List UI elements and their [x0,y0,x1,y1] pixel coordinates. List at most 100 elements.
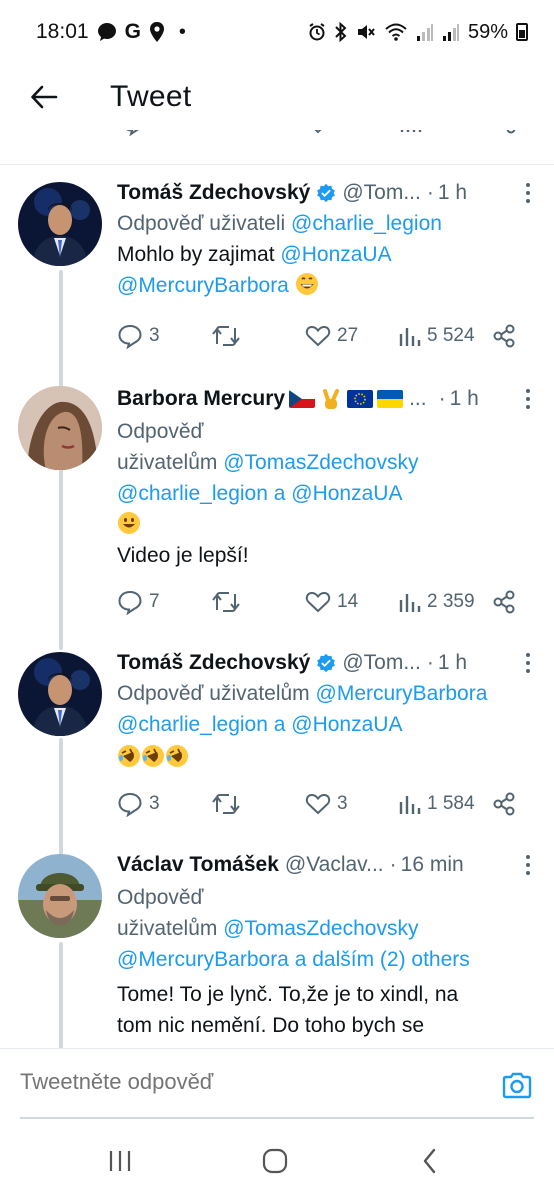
avatar[interactable] [18,854,102,938]
author-handle[interactable]: @Tom... [342,181,421,205]
like-button[interactable]: 14 [305,586,358,618]
retweet-button[interactable] [211,320,241,352]
like-icon [305,325,331,347]
views-icon[interactable] [400,130,422,134]
more-icon [526,389,530,393]
author-handle[interactable]: @Vaclav... [285,853,384,877]
ukraine-flag-icon [377,390,404,408]
mention-link[interactable]: @MercuryBarbora a dalším (2) others [117,948,470,971]
mention-link[interactable]: @charlie_legion a @HonzaUA [117,482,402,505]
czech-flag-icon [289,390,316,408]
reply-input[interactable] [20,1069,460,1095]
reply-context: Odpověď uživatelům @TomasZdechovsky @Mer… [117,882,534,975]
tweet-content: Václav Tomášek @Vaclav... · 16 min Odpov… [117,850,534,1041]
mention-link[interactable]: @TomasZdechovsky [223,451,418,474]
author-handle[interactable]: @Tom... [342,651,421,675]
views-count: 1 584 [427,793,475,814]
like-icon[interactable] [305,130,331,136]
tweet-feed[interactable]: Tomáš Zdechovský @Tom... · 1 h Odpověď u… [0,130,554,1048]
retweet-icon [212,326,240,346]
more-options-button[interactable] [516,384,540,414]
tweet-text-part: Mohlo by zajimat [117,243,275,266]
mention-link[interactable]: @charlie_legion [291,212,442,235]
reply-button[interactable]: 3 [117,320,160,352]
more-options-button[interactable] [516,178,540,208]
like-icon [305,591,331,613]
author-name[interactable]: Tomáš Zdechovský [117,651,310,675]
author-name[interactable]: Tomáš Zdechovský [117,181,310,205]
reply-prefix: uživatelům [117,917,218,940]
messenger-icon [97,23,116,41]
camera-button[interactable] [500,1069,534,1103]
tweet-content: Barbora Mercury ... · 1 h Odpověď uživat… [117,384,534,571]
avatar[interactable] [18,182,102,266]
back-nav-button[interactable] [410,1146,450,1176]
tweet-time[interactable]: 1 h [450,387,479,411]
mute-icon [357,25,375,39]
bluetooth-icon [335,22,347,42]
mention-link[interactable]: @MercuryBarbora [117,274,289,297]
like-button[interactable]: 3 [305,788,348,820]
more-icon [526,183,530,187]
mention-link[interactable]: @charlie_legion a @HonzaUA [117,713,402,736]
rofl-emoji-icon [141,744,165,768]
share-icon[interactable] [494,130,516,134]
author-name[interactable]: Václav Tomášek [117,853,279,877]
back-button[interactable] [24,77,64,117]
recent-apps-icon [109,1151,131,1171]
avatar[interactable] [18,386,102,470]
reply-icon[interactable] [120,130,146,136]
share-button[interactable] [493,788,515,820]
views-button[interactable]: 1 584 [399,788,475,820]
retweet-button[interactable] [211,788,241,820]
separator-dot: · [426,651,434,674]
back-arrow-icon [31,85,58,109]
system-nav-bar [0,1120,554,1200]
header: Tweet [0,64,554,130]
tweet[interactable]: Tomáš Zdechovský @Tom... · 1 h Odpověď u… [0,181,554,364]
share-icon [493,324,515,348]
like-count: 3 [337,793,348,814]
divider [0,164,554,165]
tweet-time[interactable]: 1 h [438,651,467,675]
mention-link[interactable]: @TomasZdechovsky [223,917,418,940]
like-count: 27 [337,325,359,346]
signal-icon-1 [416,24,433,41]
avatar[interactable] [18,652,102,736]
tweet-content: Tomáš Zdechovský @Tom... · 1 h Odpověď u… [117,648,534,773]
recent-apps-button[interactable] [100,1146,140,1176]
retweet-icon [212,592,240,612]
tweet-time[interactable]: 16 min [401,853,464,877]
tweet[interactable]: Tomáš Zdechovský @Tom... · 1 h Odpověď u… [0,651,554,832]
tweet-time[interactable]: 1 h [438,181,467,205]
reply-button[interactable]: 7 [117,586,160,618]
tweet[interactable]: Barbora Mercury ... · 1 h Odpověď uživat… [0,386,554,622]
tweet-text-line: Tome! To je lynč. To,že je to xindl, na [117,983,459,1006]
more-options-button[interactable] [516,648,540,678]
tweet-text-part: Video je lepší! [117,544,249,567]
camera-icon [502,1072,532,1099]
reply-prefix-line: Odpověď [117,420,204,443]
reply-count: 3 [149,793,160,814]
home-button[interactable] [255,1146,295,1176]
tweet-actions: 7 14 2 359 [117,586,517,618]
reply-prefix-line: Odpověď [117,886,204,909]
separator-dot: · [426,181,434,204]
like-button[interactable]: 27 [305,320,358,352]
views-button[interactable]: 2 359 [399,586,475,618]
views-button[interactable]: 5 524 [399,320,475,352]
share-button[interactable] [493,320,515,352]
mention-link[interactable]: @MercuryBarbora [316,682,488,705]
author-name[interactable]: Barbora Mercury [117,387,285,411]
retweet-button[interactable] [211,586,241,618]
more-options-button[interactable] [516,850,540,880]
reply-button[interactable]: 3 [117,788,160,820]
tweet-header: Václav Tomášek @Vaclav... · 16 min [117,850,534,880]
mention-link[interactable]: @HonzaUA [280,243,391,266]
share-button[interactable] [493,586,515,618]
retweet-icon[interactable] [214,130,242,136]
alarm-icon [309,23,325,41]
tweet-content: Tomáš Zdechovský @Tom... · 1 h Odpověď u… [117,178,534,301]
tweet[interactable]: Václav Tomášek @Vaclav... · 16 min Odpov… [0,853,554,1048]
rofl-emoji-icon [165,744,189,768]
